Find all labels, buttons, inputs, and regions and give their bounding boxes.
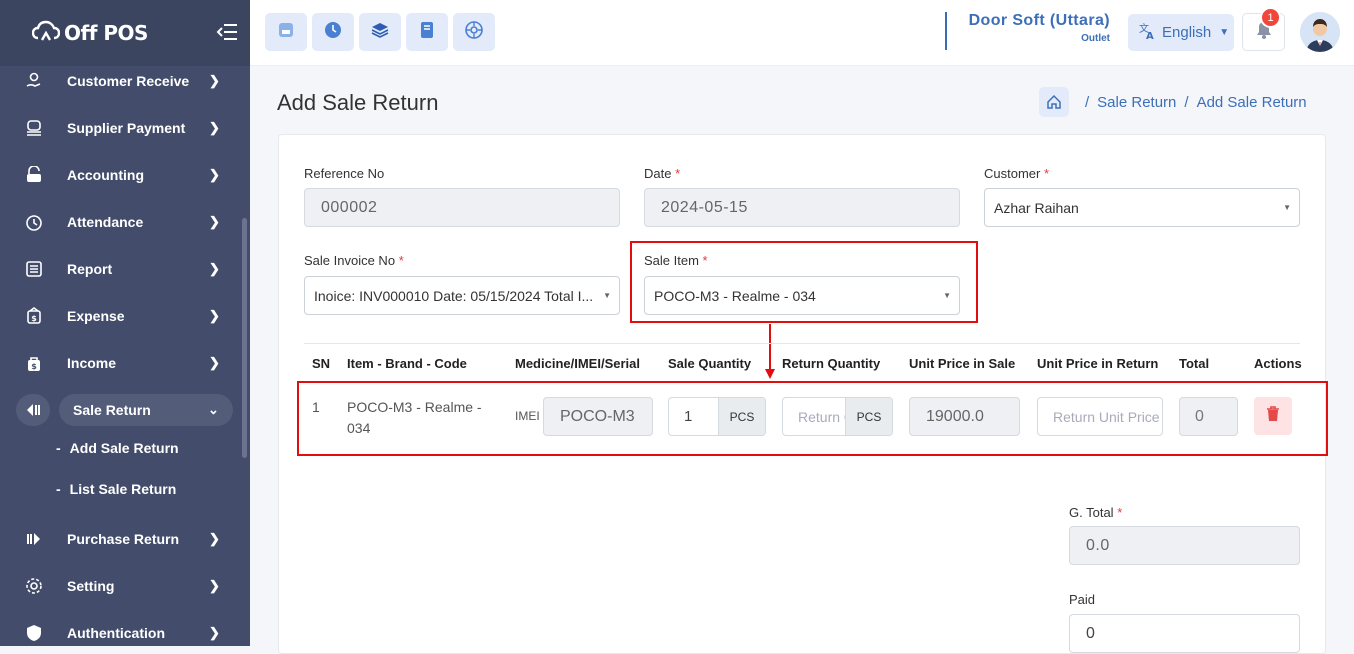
sale-invoice-select[interactable]: Inoice: INV000010 Date: 05/15/2024 Total… [304,276,620,315]
sidebar-item-supplier-payment[interactable]: Supplier Payment ❯ [0,108,250,148]
sidebar-scrollbar[interactable] [242,218,247,458]
logo-icon [32,20,60,41]
svg-text:A: A [1146,31,1154,40]
sidebar-item-attendance[interactable]: Attendance ❯ [0,202,250,242]
user-avatar[interactable] [1300,12,1340,52]
clock-icon [24,212,44,232]
page-title: Add Sale Return [277,90,439,115]
header-unit-price-return: Unit Price in Return [1037,356,1159,371]
money-icon: $ [24,306,44,326]
chevron-right-icon: ❯ [209,625,220,640]
sidebar: Off POS Customer Receive ❯ Supplier Payme… [0,0,250,646]
hand-coin-icon [24,71,44,91]
svg-text:$: $ [31,314,37,323]
chevron-right-icon: ❯ [209,120,220,135]
outlet-selector[interactable]: Door Soft (Uttara) Outlet [945,12,1110,50]
header-sale-qty: Sale Quantity [668,356,752,371]
chevron-right-icon: ❯ [209,167,220,182]
tablet-icon [417,20,437,45]
reference-no-label: Reference No [304,166,385,181]
sidebar-item-report[interactable]: Report ❯ [0,249,250,289]
forward-icon [24,529,44,549]
pos-button[interactable] [265,13,307,51]
clock-button[interactable] [312,13,354,51]
sale-invoice-label: Sale Invoice No * [304,253,404,268]
header-sn: SN [312,356,331,371]
customer-select[interactable]: Azhar Raihan ▼ [984,188,1300,227]
shield-icon [24,623,44,643]
caret-down-icon: ▼ [1219,27,1230,38]
sidebar-item-customer-receive[interactable]: Customer Receive ❯ [0,61,250,101]
chevron-right-icon: ❯ [209,531,220,546]
sidebar-subitem-add-sale-return[interactable]: - Add Sale Return [56,440,179,456]
header-total: Total [1179,356,1210,371]
sidebar-item-expense[interactable]: $ Expense ❯ [0,296,250,336]
header-item: Item - Brand - Code [347,356,467,371]
breadcrumb-add-sale-return: Add Sale Return [1196,93,1307,111]
outlet-label: Outlet [1081,33,1110,44]
caret-down-icon: ▼ [1283,203,1291,212]
collapse-menu-icon[interactable] [216,22,238,42]
date-field[interactable]: 2024-05-15 [644,188,960,227]
clock-icon [323,20,343,45]
dashboard-icon [464,20,484,45]
header-actions: Actions [1254,356,1302,371]
outlet-name: Door Soft (Uttara) [968,12,1110,29]
highlight-sale-item [630,241,978,323]
chevron-right-icon: ❯ [209,73,220,88]
chevron-right-icon: ❯ [209,578,220,593]
home-icon[interactable] [1039,87,1069,117]
sidebar-item-authentication[interactable]: Authentication ❯ [0,613,250,653]
svg-text:$: $ [31,362,37,371]
paid-label: Paid [1069,592,1096,607]
chevron-right-icon: ❯ [209,355,220,370]
sidebar-item-purchase-return[interactable]: Purchase Return ❯ [0,519,250,559]
sidebar-subitem-list-sale-return[interactable]: - List Sale Return [56,481,176,497]
caret-down-icon: ▼ [603,291,611,300]
reference-no-field[interactable]: 000002 [304,188,620,227]
paid-field[interactable]: 0 [1069,614,1300,653]
header-imei: Medicine/IMEI/Serial [515,356,640,371]
layers-button[interactable] [359,13,401,51]
date-label: Date * [644,166,681,181]
annotation-arrow [765,324,775,379]
table-top-divider [304,343,1300,344]
tablet-button[interactable] [406,13,448,51]
gear-icon [24,576,44,596]
header-return-qty: Return Quantity [782,356,881,371]
dashboard-button[interactable] [453,13,495,51]
pos-icon [276,20,296,45]
g-total-field[interactable]: 0.0 [1069,526,1300,565]
header-unit-price-sale: Unit Price in Sale [909,356,1016,371]
highlight-table-row [297,381,1328,456]
cash-icon [24,118,44,138]
sidebar-item-accounting[interactable]: Accounting ❯ [0,155,250,195]
breadcrumb-sale-return[interactable]: Sale Return [1097,94,1176,111]
chevron-right-icon: ❯ [209,261,220,276]
sidebar-item-setting[interactable]: Setting ❯ [0,566,250,606]
bag-icon: $ [24,353,44,373]
sidebar-item-sale-return-label[interactable]: Sale Return ⌄ [0,390,250,430]
layers-icon [370,20,390,45]
logo-bar: Off POS [0,0,250,66]
list-icon [24,259,44,279]
chevron-right-icon: ❯ [209,308,220,323]
sidebar-item-income[interactable]: $ Income ❯ [0,343,250,383]
translate-icon: 文A [1138,22,1156,44]
notification-badge: 1 [1260,7,1281,28]
language-dropdown[interactable]: 文A English ▼ [1128,14,1234,51]
g-total-label: G. Total * [1069,505,1123,520]
breadcrumb: / Sale Return / Add Sale Return [1039,87,1307,117]
chevron-right-icon: ❯ [209,214,220,229]
logo-text: Off POS [64,21,148,45]
chevron-down-icon: ⌄ [208,402,219,417]
customer-label: Customer * [984,166,1050,181]
wallet-icon [24,165,44,185]
